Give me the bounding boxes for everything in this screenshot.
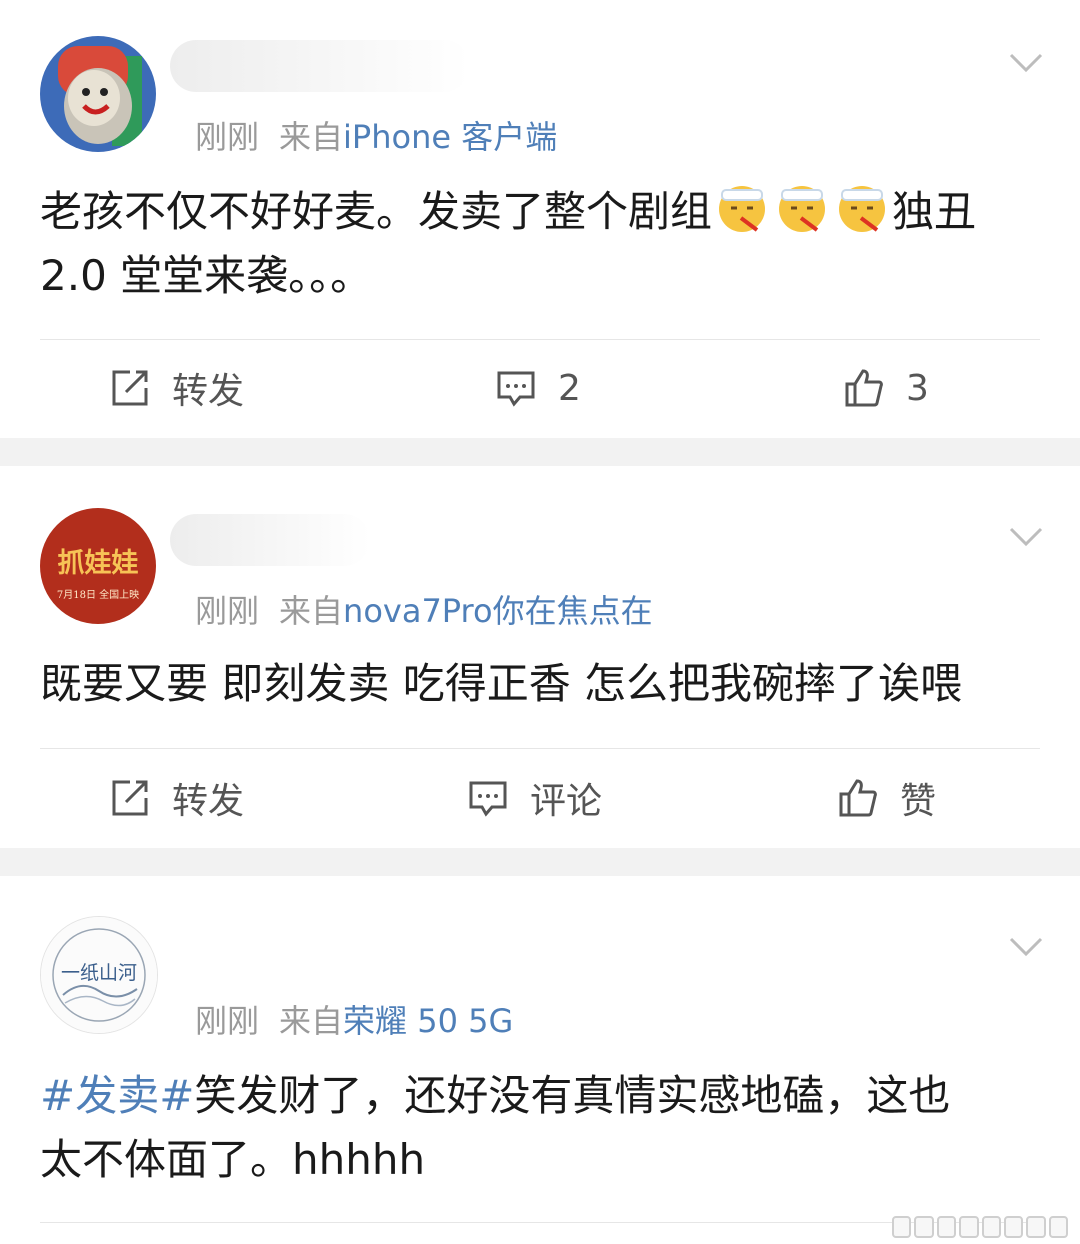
post-text: #发卖#笑发财了，还好没有真情实感地磕，这也 太不体面了。hhhhh <box>40 1064 1040 1192</box>
post-time: 刚刚 <box>195 592 260 630</box>
post-meta: 刚刚 来自荣耀 50 5G <box>195 996 513 1042</box>
post-text-part: 独丑 <box>892 187 977 236</box>
comment-label: 评论 <box>530 781 603 822</box>
avatar[interactable]: 抓娃娃 7月18日 全国上映 <box>40 508 156 624</box>
post-card: 刚刚 来自iPhone 客户端 老孩不仅不好好麦。发卖了整个剧组 独丑 2.0 堂堂… <box>0 0 1080 438</box>
avatar[interactable]: 一纸山河 <box>40 916 158 1034</box>
like-count: 3 <box>906 367 929 409</box>
post-source[interactable]: iPhone 客户端 <box>343 118 557 156</box>
chevron-down-icon[interactable] <box>1008 52 1044 74</box>
post-text-line: 2.0 堂堂来袭。。。 <box>40 251 373 300</box>
avatar-subtitle: 7月18日 全国上映 <box>57 588 139 601</box>
repost-button[interactable]: 转发 <box>110 773 244 823</box>
comment-icon <box>469 781 507 817</box>
avatar-title: 抓娃娃 <box>58 548 139 579</box>
post-text-line: 太不体面了。hhhhh <box>40 1135 426 1184</box>
scroll-indicator <box>892 1216 1068 1238</box>
post-meta: 刚刚 来自nova7Pro你在焦点在 <box>195 586 653 632</box>
like-label: 赞 <box>900 781 937 822</box>
post-time: 刚刚 <box>195 1002 260 1040</box>
post-text: 既要又要 即刻发卖 吃得正香 怎么把我碗摔了诶喂 <box>40 659 963 708</box>
divider <box>40 748 1040 749</box>
avatar[interactable] <box>40 36 156 152</box>
face-with-thermometer-icon <box>839 186 886 232</box>
post-source[interactable]: nova7Pro你在焦点在 <box>343 592 653 630</box>
comment-button[interactable]: 2 <box>496 363 581 413</box>
divider <box>40 1222 1040 1223</box>
hashtag-link[interactable]: #发卖# <box>40 1071 194 1120</box>
chevron-down-icon[interactable] <box>1008 936 1044 958</box>
like-button[interactable]: 3 <box>844 363 929 413</box>
like-button[interactable]: 赞 <box>838 773 936 823</box>
comment-count: 2 <box>558 367 581 409</box>
comment-icon <box>497 371 535 407</box>
face-with-thermometer-icon <box>719 186 766 232</box>
thumbs-up-icon <box>845 369 883 407</box>
repost-icon <box>112 370 148 406</box>
source-prefix: 来自 <box>279 592 344 630</box>
avatar-title: 一纸山河 <box>61 962 137 984</box>
username-redacted[interactable] <box>170 514 370 566</box>
username-redacted[interactable] <box>170 40 470 92</box>
post-text-part: 笑发财了，还好没有真情实感地磕，这也 <box>194 1071 951 1120</box>
face-with-thermometer-icon <box>779 186 826 232</box>
post-card: 一纸山河 刚刚 来自荣耀 50 5G #发卖#笑发财了，还好没有真情实感地磕，这也… <box>0 876 1080 1244</box>
repost-label: 转发 <box>172 781 245 822</box>
post-time: 刚刚 <box>195 118 260 156</box>
post-meta: 刚刚 来自iPhone 客户端 <box>195 112 557 158</box>
chevron-down-icon[interactable] <box>1008 526 1044 548</box>
divider <box>40 339 1040 340</box>
thumbs-up-icon <box>839 779 877 817</box>
repost-label: 转发 <box>172 371 245 412</box>
repost-icon <box>112 780 148 816</box>
source-prefix: 来自 <box>279 1002 344 1040</box>
post-text: 老孩不仅不好好麦。发卖了整个剧组 独丑 2.0 堂堂来袭。。。 <box>40 180 1040 308</box>
comment-button[interactable]: 评论 <box>468 773 602 823</box>
repost-button[interactable]: 转发 <box>110 363 244 413</box>
source-prefix: 来自 <box>279 118 344 156</box>
post-source[interactable]: 荣耀 50 5G <box>343 1002 513 1040</box>
post-card: 抓娃娃 7月18日 全国上映 刚刚 来自nova7Pro你在焦点在 既要又要 即刻… <box>0 466 1080 848</box>
post-text-part: 老孩不仅不好好麦。发卖了整个剧组 <box>40 187 713 236</box>
